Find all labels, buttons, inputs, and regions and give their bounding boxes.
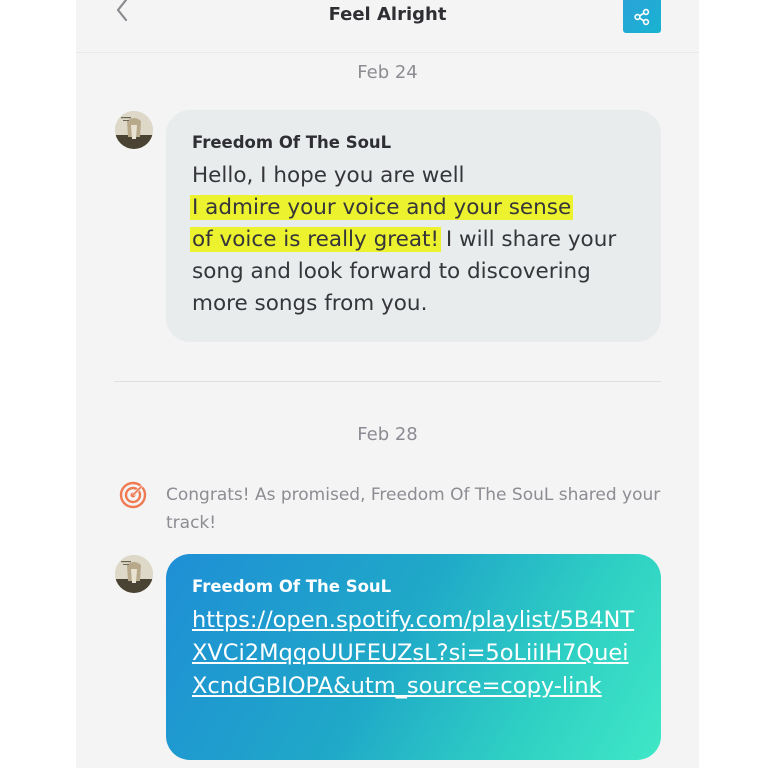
sender-name: Freedom Of The SouL: [192, 133, 392, 152]
message-bubble: Freedom Of The SouL https://open.spotify…: [166, 554, 661, 760]
highlighted-text: I admire your voice and your sense: [190, 195, 574, 220]
spotify-link[interactable]: https://open.spotify.com/playlist/5B4NTX…: [192, 604, 642, 703]
page-title: Feel Alright: [328, 4, 447, 25]
share-icon: [634, 8, 650, 25]
message-line: Hello, I hope you are well: [192, 163, 465, 188]
target-icon: [118, 480, 148, 510]
chat-header: Feel Alright: [76, 0, 699, 53]
message-text: Hello, I hope you are well I admire your…: [190, 160, 652, 320]
avatar[interactable]: [115, 111, 153, 149]
system-notice: Congrats! As promised, Freedom Of The So…: [166, 485, 661, 533]
date-separator: Feb 28: [357, 424, 418, 445]
avatar[interactable]: [115, 555, 153, 593]
date-separator: Feb 24: [357, 62, 418, 83]
album-art-image: [115, 555, 153, 593]
sender-name: Freedom Of The SouL: [192, 577, 392, 596]
divider: [114, 381, 661, 382]
share-button[interactable]: [623, 0, 661, 33]
chat-screen: Feel Alright Feb 24 Freedom Of The SouL …: [76, 0, 699, 768]
highlighted-text: of voice is really great!: [190, 227, 442, 252]
message-bubble: Freedom Of The SouL Hello, I hope you ar…: [166, 110, 661, 342]
album-art-image: [115, 111, 153, 149]
